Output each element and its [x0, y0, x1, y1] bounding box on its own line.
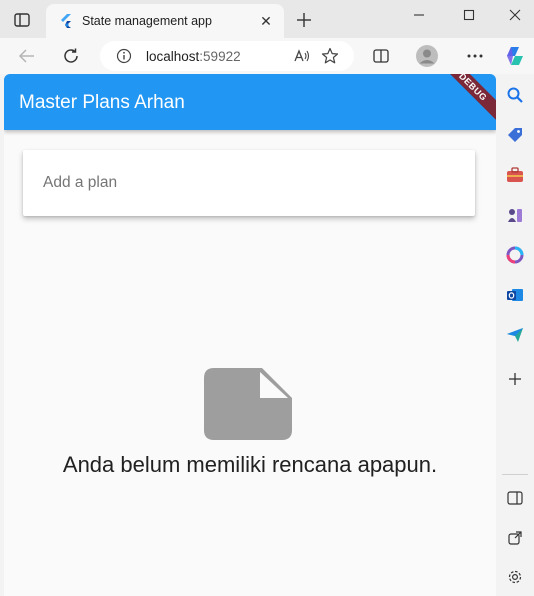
outlook-icon[interactable]: [504, 284, 526, 306]
edge-sidebar: [496, 74, 534, 596]
favorite-star-icon[interactable]: [316, 42, 344, 70]
page-viewport: Master Plans Arhan DEBUG Anda belum memi…: [4, 74, 496, 596]
address-url[interactable]: localhost:59922: [146, 49, 288, 64]
copilot-icon[interactable]: [500, 41, 530, 71]
minimize-button[interactable]: [396, 0, 442, 30]
microsoft-365-icon[interactable]: [504, 244, 526, 266]
url-host: localhost: [146, 48, 200, 64]
profile-avatar[interactable]: [412, 41, 442, 71]
note-icon: [204, 368, 292, 440]
close-window-button[interactable]: [492, 0, 534, 30]
read-aloud-icon[interactable]: [288, 42, 316, 70]
new-tab-button[interactable]: [290, 7, 318, 33]
settings-gear-icon[interactable]: [504, 566, 526, 588]
send-paper-plane-icon[interactable]: [504, 324, 526, 346]
add-plan-card: [23, 150, 475, 216]
tab-title: State management app: [82, 14, 212, 28]
tab-close-icon[interactable]: ✕: [254, 9, 278, 33]
app-bar: Master Plans Arhan DEBUG: [4, 74, 496, 130]
tools-briefcase-icon[interactable]: [504, 164, 526, 186]
tab-actions-icon[interactable]: [6, 6, 38, 34]
address-bar[interactable]: localhost:59922: [100, 41, 354, 71]
empty-state-message: Anda belum memiliki rencana apapun.: [62, 452, 438, 477]
split-screen-icon[interactable]: [366, 41, 396, 71]
shopping-tag-icon[interactable]: [504, 124, 526, 146]
more-menu-icon[interactable]: [460, 41, 490, 71]
maximize-button[interactable]: [446, 0, 492, 30]
games-chess-icon[interactable]: [504, 204, 526, 226]
hide-sidebar-icon[interactable]: [504, 487, 526, 509]
browser-toolbar: localhost:59922: [0, 38, 534, 74]
open-external-icon[interactable]: [504, 527, 526, 549]
debug-banner: DEBUG: [436, 74, 496, 124]
flutter-icon: [58, 13, 74, 29]
browser-tab[interactable]: State management app ✕: [46, 4, 284, 38]
refresh-icon[interactable]: [56, 41, 86, 71]
back-arrow-icon[interactable]: [12, 41, 42, 71]
sidebar-divider: [502, 474, 528, 475]
add-sidebar-app-icon[interactable]: [504, 368, 526, 390]
app-title: Master Plans Arhan: [19, 92, 185, 113]
add-plan-input[interactable]: [23, 150, 475, 216]
site-info-icon[interactable]: [110, 42, 138, 70]
browser-tab-strip: State management app ✕: [0, 0, 534, 38]
search-icon[interactable]: [504, 84, 526, 106]
url-port: :59922: [199, 48, 241, 64]
